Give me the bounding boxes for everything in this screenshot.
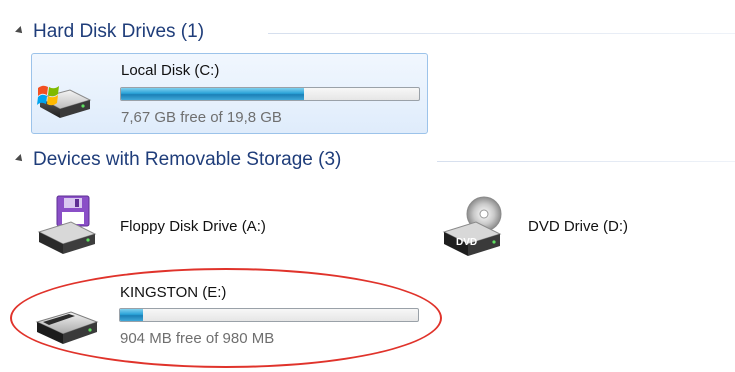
floppy-drive-icon [37,195,97,254]
group-title: Devices with Removable Storage (3) [33,149,342,170]
dvd-drive-icon: DVD [442,196,502,256]
drive-floppy-a[interactable]: Floppy Disk Drive (A:) [31,188,351,264]
drive-usage-bar [120,87,420,101]
drive-kingston-e[interactable]: KINGSTON (E:) 904 MB free of 980 MB [31,278,428,354]
drive-name: KINGSTON (E:) [120,284,227,301]
drive-name: DVD Drive (D:) [528,218,628,235]
drive-name: Floppy Disk Drive (A:) [120,218,266,235]
group-divider [437,161,735,162]
group-header-hard-disk-drives[interactable]: Hard Disk Drives (1) [0,18,735,48]
collapse-arrow-icon[interactable] [15,26,25,36]
drive-free-space: 7,67 GB free of 19,8 GB [121,109,282,126]
windows-hard-disk-icon [37,85,92,118]
drive-dvd-d[interactable]: DVD DVD Drive (D:) [440,188,700,264]
drive-usage-fill [120,309,144,321]
drive-local-disk-c[interactable]: Local Disk (C:) 7,67 GB free of 19,8 GB [31,53,428,134]
group-divider [268,33,735,34]
drive-name: Local Disk (C:) [121,62,220,79]
group-title: Hard Disk Drives (1) [33,21,205,42]
collapse-arrow-icon[interactable] [15,154,25,164]
drive-free-space: 904 MB free of 980 MB [120,330,275,347]
drive-usage-fill [121,88,304,100]
usb-drive-icon [35,311,99,344]
dvd-icon-label: DVD [456,237,477,248]
group-header-removable-storage[interactable]: Devices with Removable Storage (3) [0,146,735,176]
drive-usage-bar [119,308,419,322]
computer-drives-view: Hard Disk Drives (1) Local Disk (C:) 7,6… [0,0,735,372]
